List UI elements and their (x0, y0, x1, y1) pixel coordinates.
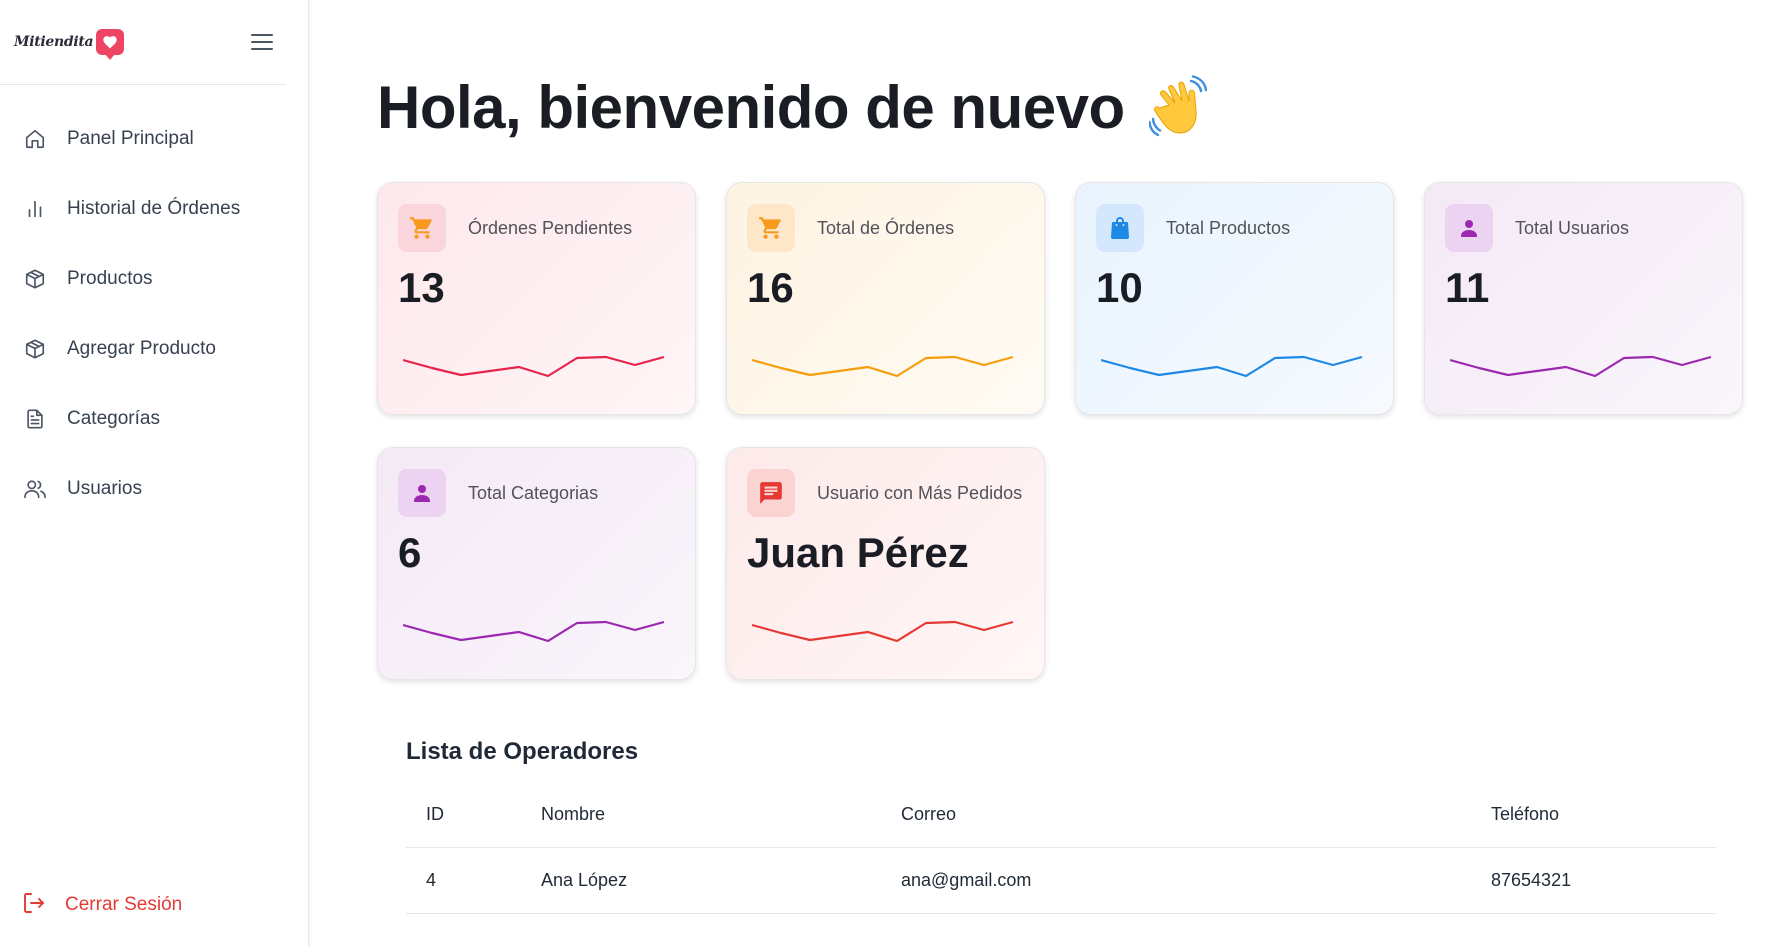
operators-table: ID Nombre Correo Teléfono 4 Ana López an… (406, 802, 1716, 914)
stat-card-value: 11 (1445, 264, 1490, 311)
column-header-correo[interactable]: Correo (901, 802, 1491, 848)
logout-icon (22, 891, 46, 920)
stat-card-usuario-mas-pedidos[interactable]: Usuario con Más Pedidos Juan Pérez (726, 447, 1045, 680)
sidebar-item-agregar-producto[interactable]: Agregar Producto (0, 314, 308, 384)
brand-logo-text: Mitiendita (14, 34, 94, 50)
app-root: Mitiendita Panel Principal Historial de … (0, 0, 1791, 947)
person-icon (398, 469, 446, 517)
stat-card-value: 16 (747, 264, 794, 311)
cell-correo: ana@gmail.com (901, 847, 1491, 914)
stat-card-label: Total Usuarios (1515, 218, 1630, 238)
box-icon (22, 266, 48, 292)
sidebar-item-label: Historial de Órdenes (67, 198, 241, 219)
sparkline-chart (1450, 355, 1712, 378)
sidebar-item-label: Panel Principal (67, 128, 194, 149)
brand-logo[interactable]: Mitiendita (14, 29, 125, 60)
bar-chart-icon (22, 196, 48, 222)
waving-hand-icon (1148, 74, 1211, 141)
sidebar-item-label: Agregar Producto (67, 338, 216, 359)
cart-icon (398, 204, 446, 252)
sparkline-chart (403, 620, 665, 643)
stat-card-total-productos[interactable]: Total Productos 10 (1075, 182, 1394, 415)
sidebar-item-productos[interactable]: Productos (0, 244, 308, 314)
operators-title: Lista de Operadores (406, 738, 639, 765)
sidebar-header: Mitiendita (0, 0, 286, 85)
stat-card-value: 13 (398, 264, 445, 311)
sparkline-chart (752, 355, 1014, 378)
stat-card-ordenes-pendientes[interactable]: Órdenes Pendientes 13 (377, 182, 696, 415)
person-icon (1445, 204, 1493, 252)
sidebar-item-historial[interactable]: Historial de Órdenes (0, 174, 308, 244)
cart-icon (747, 204, 795, 252)
logout-label: Cerrar Sesión (65, 894, 183, 915)
cell-telefono: 87654321 (1491, 847, 1716, 914)
message-icon (747, 469, 795, 517)
sidebar-item-label: Productos (67, 268, 153, 289)
stat-card-label: Usuario con Más Pedidos (817, 483, 1023, 503)
shopping-bag-icon (1096, 204, 1144, 252)
page-title-text: Hola, bienvenido de nuevo (377, 74, 1125, 141)
sparkline-chart (752, 620, 1014, 643)
sidebar-item-categorias[interactable]: Categorías (0, 384, 308, 454)
stat-card-label: Total Productos (1166, 218, 1291, 238)
stat-card-value: 10 (1096, 264, 1143, 311)
hamburger-icon (251, 34, 273, 50)
home-icon (22, 126, 48, 152)
stat-card-total-usuarios[interactable]: Total Usuarios 11 (1424, 182, 1743, 415)
table-header-row: ID Nombre Correo Teléfono (406, 802, 1716, 848)
sparkline-chart (403, 355, 665, 378)
sidebar-item-usuarios[interactable]: Usuarios (0, 454, 308, 524)
box-icon (22, 336, 48, 362)
main-content: Hola, bienvenido de nuevo Órdenes Pendie… (309, 0, 1791, 947)
sidebar: Mitiendita Panel Principal Historial de … (0, 0, 309, 947)
stat-card-label: Total Categorias (468, 483, 599, 503)
sidebar-item-label: Categorías (67, 408, 160, 429)
page-title: Hola, bienvenido de nuevo (377, 73, 1211, 142)
hamburger-menu-button[interactable] (248, 28, 276, 56)
stat-card-total-ordenes[interactable]: Total de Órdenes 16 (726, 182, 1045, 415)
column-header-id[interactable]: ID (406, 802, 541, 848)
cell-id: 4 (406, 847, 541, 914)
users-icon (22, 476, 48, 502)
logout-button[interactable]: Cerrar Sesión (0, 885, 182, 925)
stat-card-value: 6 (398, 529, 422, 576)
stat-card-value: Juan Pérez (747, 529, 969, 576)
document-icon (22, 406, 48, 432)
sparkline-chart (1101, 355, 1363, 378)
sidebar-item-label: Usuarios (67, 478, 142, 499)
stat-card-label: Órdenes Pendientes (468, 218, 633, 238)
sidebar-nav: Panel Principal Historial de Órdenes Pro… (0, 104, 308, 524)
heart-icon (96, 29, 125, 60)
column-header-telefono[interactable]: Teléfono (1491, 802, 1716, 848)
stat-card-label: Total de Órdenes (817, 218, 955, 238)
table-row[interactable]: 4 Ana López ana@gmail.com 87654321 (406, 847, 1716, 914)
cell-nombre: Ana López (541, 847, 901, 914)
stat-card-total-categorias[interactable]: Total Categorias 6 (377, 447, 696, 680)
column-header-nombre[interactable]: Nombre (541, 802, 901, 848)
operators-section: Lista de Operadores ID Nombre Correo Tel… (406, 738, 1716, 914)
sidebar-item-panel-principal[interactable]: Panel Principal (0, 104, 308, 174)
